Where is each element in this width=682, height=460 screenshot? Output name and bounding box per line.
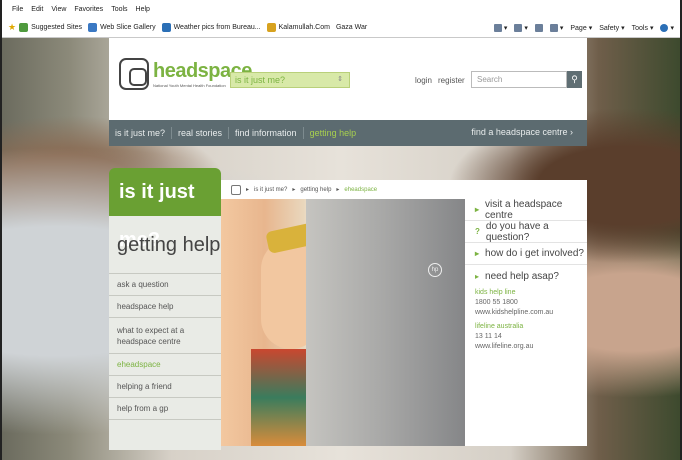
- sidebar-item-ask-a-question[interactable]: ask a question: [109, 274, 221, 296]
- nav-real-stories[interactable]: real stories: [172, 127, 230, 139]
- menu-bar: File Edit View Favorites Tools Help: [2, 0, 680, 18]
- tools-menu[interactable]: Tools ▾: [632, 24, 654, 33]
- suggested-sites-icon: [19, 23, 29, 32]
- feeds-button[interactable]: ▾: [514, 24, 528, 32]
- sidebar-title: is it just me?: [109, 168, 221, 251]
- login-link[interactable]: login: [415, 76, 432, 85]
- sidebar-item-what-to-expect[interactable]: what to expect at a headspace centre: [109, 318, 221, 354]
- web-slice-icon: [88, 23, 98, 32]
- lifeline-label: lifeline australia: [475, 323, 524, 330]
- sidebar-item-help-from-a-gp[interactable]: help from a gp: [109, 398, 221, 420]
- find-centre-link[interactable]: find a headspace centre ›: [471, 127, 573, 137]
- menu-file[interactable]: File: [12, 6, 23, 13]
- home-icon: [493, 24, 502, 32]
- breadcrumb: ▸ is it just me? ▸ getting help ▸ eheads…: [221, 180, 587, 199]
- safety-menu[interactable]: Safety ▾: [599, 24, 624, 33]
- favorites-star-icon[interactable]: ★: [8, 22, 16, 33]
- menu-favorites[interactable]: Favorites: [74, 6, 103, 13]
- search-button[interactable]: ⚲: [567, 71, 582, 88]
- dropdown-arrows-icon: ⇕: [337, 76, 343, 83]
- have-question-link[interactable]: ? do you have a question?: [465, 221, 587, 243]
- menu-help[interactable]: Help: [136, 6, 150, 13]
- home-button[interactable]: ▾: [493, 24, 507, 32]
- question-mark-icon: ?: [475, 227, 480, 236]
- search-input[interactable]: Search: [471, 71, 567, 88]
- favorite-kalamullah[interactable]: Kalamullah.Com: [266, 23, 330, 32]
- sidebar-item-helping-a-friend[interactable]: helping a friend: [109, 376, 221, 398]
- chevron-right-icon: ›: [570, 127, 573, 137]
- help-asap-title: need help asap?: [485, 271, 559, 282]
- favorite-gaza-war[interactable]: Gaza War: [336, 24, 367, 31]
- mail-icon: [534, 24, 543, 32]
- site-header-area: headspace National Youth Mental Health F…: [109, 38, 587, 146]
- arrow-right-icon: ▸: [475, 249, 480, 258]
- main-nav: is it just me? real stories find informa…: [109, 120, 587, 146]
- kalamullah-icon: [266, 23, 276, 32]
- favorite-suggested-sites[interactable]: Suggested Sites: [19, 23, 82, 32]
- nav-getting-help[interactable]: getting help: [304, 127, 363, 139]
- help-button[interactable]: ▾: [660, 24, 674, 32]
- search-icon: ⚲: [571, 74, 578, 84]
- site-header: headspace National Youth Mental Health F…: [109, 38, 587, 120]
- hp-logo-icon: hp: [428, 263, 442, 277]
- sidebar: is it just me? getting help ask a questi…: [109, 168, 221, 450]
- mail-button[interactable]: [534, 24, 543, 32]
- menu-tools[interactable]: Tools: [111, 6, 127, 13]
- sidebar-item-headspace-help[interactable]: headspace help: [109, 296, 221, 318]
- help-icon: [660, 24, 669, 32]
- get-involved-link[interactable]: ▸ how do i get involved?: [465, 243, 587, 265]
- command-bar: ▾ ▾ ▾ Page ▾ Safety ▾ Tools ▾ ▾: [493, 18, 674, 38]
- kids-helpline-phone: 1800 55 1800: [475, 299, 518, 306]
- arrow-right-icon: ▸: [475, 205, 480, 214]
- feeds-icon: [514, 24, 523, 32]
- visit-centre-link[interactable]: ▸ visit a headspace centre: [465, 199, 587, 221]
- breadcrumb-current: eheadspace: [344, 186, 378, 193]
- right-panel: ▸ visit a headspace centre ? do you have a…: [465, 199, 587, 446]
- browser-window: File Edit View Favorites Tools Help ★ Su…: [0, 0, 682, 460]
- weather-icon: [161, 23, 171, 32]
- menu-edit[interactable]: Edit: [31, 6, 43, 13]
- page-menu[interactable]: Page ▾: [570, 24, 592, 33]
- section-dropdown[interactable]: is it just me? ⇕: [230, 72, 350, 88]
- breadcrumb-item[interactable]: is it just me?: [254, 187, 287, 193]
- nav-is-it-just-me[interactable]: is it just me?: [109, 127, 173, 139]
- nav-find-information[interactable]: find information: [229, 127, 304, 139]
- lifeline-url[interactable]: www.lifeline.org.au: [475, 343, 577, 350]
- print-button[interactable]: ▾: [549, 24, 563, 32]
- favorite-web-slice-gallery[interactable]: Web Slice Gallery: [88, 23, 156, 32]
- arrow-right-icon: ▸: [475, 272, 480, 281]
- kids-helpline-url[interactable]: www.kidshelpline.com.au: [475, 309, 577, 316]
- home-icon[interactable]: [231, 184, 241, 195]
- help-asap-box: ▸ need help asap? kids help line 1800 55 …: [465, 265, 587, 356]
- lifeline-phone: 13 11 14: [475, 333, 502, 340]
- breadcrumb-item[interactable]: getting help: [300, 187, 331, 193]
- favorites-bar: ★ Suggested Sites Web Slice Gallery Weat…: [2, 18, 680, 38]
- favorite-weather[interactable]: Weather pics from Bureau...: [161, 23, 261, 32]
- sidebar-heading: getting help: [109, 216, 221, 274]
- sidebar-item-eheadspace[interactable]: eheadspace: [109, 354, 221, 376]
- menu-view[interactable]: View: [51, 6, 66, 13]
- kids-helpline-label: kids help line: [475, 289, 516, 296]
- register-link[interactable]: register: [438, 76, 465, 85]
- print-icon: [549, 24, 558, 32]
- hero-image: hp: [221, 199, 465, 446]
- headspace-logo-mark-icon: [119, 58, 149, 90]
